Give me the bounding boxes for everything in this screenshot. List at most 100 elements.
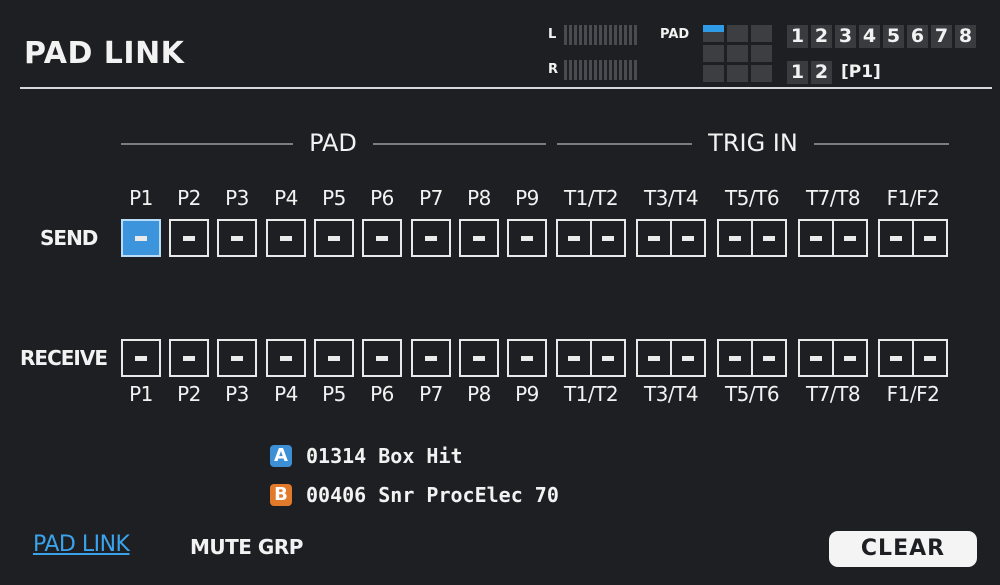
receive-cell-t3-t4[interactable] bbox=[636, 339, 706, 377]
column-label: F1/F2 bbox=[886, 186, 940, 210]
column-label: P5 bbox=[322, 382, 346, 406]
send-cell-t1[interactable] bbox=[556, 219, 592, 257]
send-cell-t6[interactable] bbox=[753, 219, 787, 257]
send-cell-f2[interactable] bbox=[914, 219, 948, 257]
column-label: P9 bbox=[515, 382, 539, 406]
column-label: P1 bbox=[129, 186, 153, 210]
tab-mute-grp[interactable]: MUTE GRP bbox=[190, 535, 303, 559]
receive-cell-t5[interactable] bbox=[717, 339, 753, 377]
column-label: P7 bbox=[419, 186, 443, 210]
column-label: P9 bbox=[515, 186, 539, 210]
instrument-a-badge: A bbox=[270, 445, 292, 467]
column-label: T3/T4 bbox=[643, 382, 699, 406]
send-cell-p9[interactable] bbox=[507, 219, 547, 257]
column-label: P5 bbox=[322, 186, 346, 210]
pad-bank-indicator: 1 2 bbox=[787, 61, 832, 84]
tab-pad-link[interactable]: PAD LINK bbox=[33, 532, 130, 557]
send-cell-p6[interactable] bbox=[362, 219, 402, 257]
receive-cell-p5[interactable] bbox=[314, 339, 354, 377]
receive-cell-t6[interactable] bbox=[753, 339, 787, 377]
send-row-label: SEND bbox=[40, 226, 98, 250]
receive-cell-p3[interactable] bbox=[217, 339, 257, 377]
instrument-b-badge: B bbox=[270, 484, 292, 506]
receive-cell-p7[interactable] bbox=[411, 339, 451, 377]
column-label: P1 bbox=[129, 382, 153, 406]
column-label: P8 bbox=[467, 382, 491, 406]
receive-cell-p1[interactable] bbox=[121, 339, 161, 377]
receive-cell-p6[interactable] bbox=[362, 339, 402, 377]
column-label: T7/T8 bbox=[805, 186, 861, 210]
column-label: P2 bbox=[177, 186, 201, 210]
receive-cell-t1[interactable] bbox=[556, 339, 592, 377]
column-label: P3 bbox=[225, 382, 249, 406]
kit-bank-indicator: 1 2 3 4 5 6 7 8 bbox=[787, 25, 976, 48]
page-title: PAD LINK bbox=[24, 36, 185, 71]
send-cell-t3[interactable] bbox=[636, 219, 672, 257]
instrument-a-name: 01314 Box Hit bbox=[306, 444, 463, 468]
column-label: P6 bbox=[370, 186, 394, 210]
receive-cell-p8[interactable] bbox=[459, 339, 499, 377]
send-cell-t3-t4[interactable] bbox=[636, 219, 706, 257]
receive-cell-t2[interactable] bbox=[592, 339, 626, 377]
column-label: T3/T4 bbox=[643, 186, 699, 210]
column-label: P2 bbox=[177, 382, 201, 406]
send-cell-t8[interactable] bbox=[834, 219, 868, 257]
trig-section-line-left bbox=[557, 143, 692, 145]
receive-cell-t3[interactable] bbox=[636, 339, 672, 377]
send-cell-t5-t6[interactable] bbox=[717, 219, 787, 257]
send-cell-t1-t2[interactable] bbox=[556, 219, 626, 257]
column-label: P7 bbox=[419, 382, 443, 406]
receive-cell-f1[interactable] bbox=[878, 339, 914, 377]
column-label: T1/T2 bbox=[563, 382, 619, 406]
send-cell-p2[interactable] bbox=[169, 219, 209, 257]
send-cell-t7-t8[interactable] bbox=[798, 219, 868, 257]
level-meter-right-label: R bbox=[548, 62, 559, 77]
column-label: P8 bbox=[467, 186, 491, 210]
instrument-b-name: 00406 Snr ProcElec 70 bbox=[306, 483, 559, 507]
send-cell-t5[interactable] bbox=[717, 219, 753, 257]
send-cell-p4[interactable] bbox=[266, 219, 306, 257]
column-label: P4 bbox=[274, 186, 298, 210]
column-label: T5/T6 bbox=[724, 382, 780, 406]
pad-section-line-left bbox=[121, 143, 293, 145]
pad-section-label: PAD bbox=[309, 129, 357, 157]
receive-cell-t4[interactable] bbox=[672, 339, 706, 377]
send-cell-t7[interactable] bbox=[798, 219, 834, 257]
column-label: P3 bbox=[225, 186, 249, 210]
trig-section-label: TRIG IN bbox=[708, 129, 798, 157]
send-cell-p7[interactable] bbox=[411, 219, 451, 257]
send-cell-t2[interactable] bbox=[592, 219, 626, 257]
level-meter-left-label: L bbox=[548, 27, 557, 42]
clear-button[interactable]: CLEAR bbox=[829, 531, 977, 567]
receive-cell-p9[interactable] bbox=[507, 339, 547, 377]
pad-map-indicator bbox=[703, 25, 772, 82]
trig-section-line-right bbox=[814, 143, 949, 145]
pad-section-line-right bbox=[373, 143, 546, 145]
receive-cell-f1-f2[interactable] bbox=[878, 339, 948, 377]
level-meter-right bbox=[564, 60, 637, 80]
header-divider bbox=[20, 87, 992, 89]
current-pad-label: [P1] bbox=[841, 62, 881, 82]
receive-cell-p4[interactable] bbox=[266, 339, 306, 377]
send-cell-f1[interactable] bbox=[878, 219, 914, 257]
receive-cell-p2[interactable] bbox=[169, 339, 209, 377]
send-cell-p5[interactable] bbox=[314, 219, 354, 257]
column-label: P4 bbox=[274, 382, 298, 406]
send-cell-p8[interactable] bbox=[459, 219, 499, 257]
receive-cell-t1-t2[interactable] bbox=[556, 339, 626, 377]
send-cell-t4[interactable] bbox=[672, 219, 706, 257]
pad-map-label: PAD bbox=[660, 27, 690, 42]
receive-cell-t7[interactable] bbox=[798, 339, 834, 377]
send-cell-p3[interactable] bbox=[217, 219, 257, 257]
receive-cell-f2[interactable] bbox=[914, 339, 948, 377]
level-meter-left bbox=[564, 25, 637, 45]
column-label: T5/T6 bbox=[724, 186, 780, 210]
column-label: P6 bbox=[370, 382, 394, 406]
receive-cell-t7-t8[interactable] bbox=[798, 339, 868, 377]
receive-row-label: RECEIVE bbox=[20, 346, 108, 370]
send-cell-p1[interactable] bbox=[121, 219, 161, 257]
receive-cell-t8[interactable] bbox=[834, 339, 868, 377]
send-cell-f1-f2[interactable] bbox=[878, 219, 948, 257]
column-label: T7/T8 bbox=[805, 382, 861, 406]
receive-cell-t5-t6[interactable] bbox=[717, 339, 787, 377]
